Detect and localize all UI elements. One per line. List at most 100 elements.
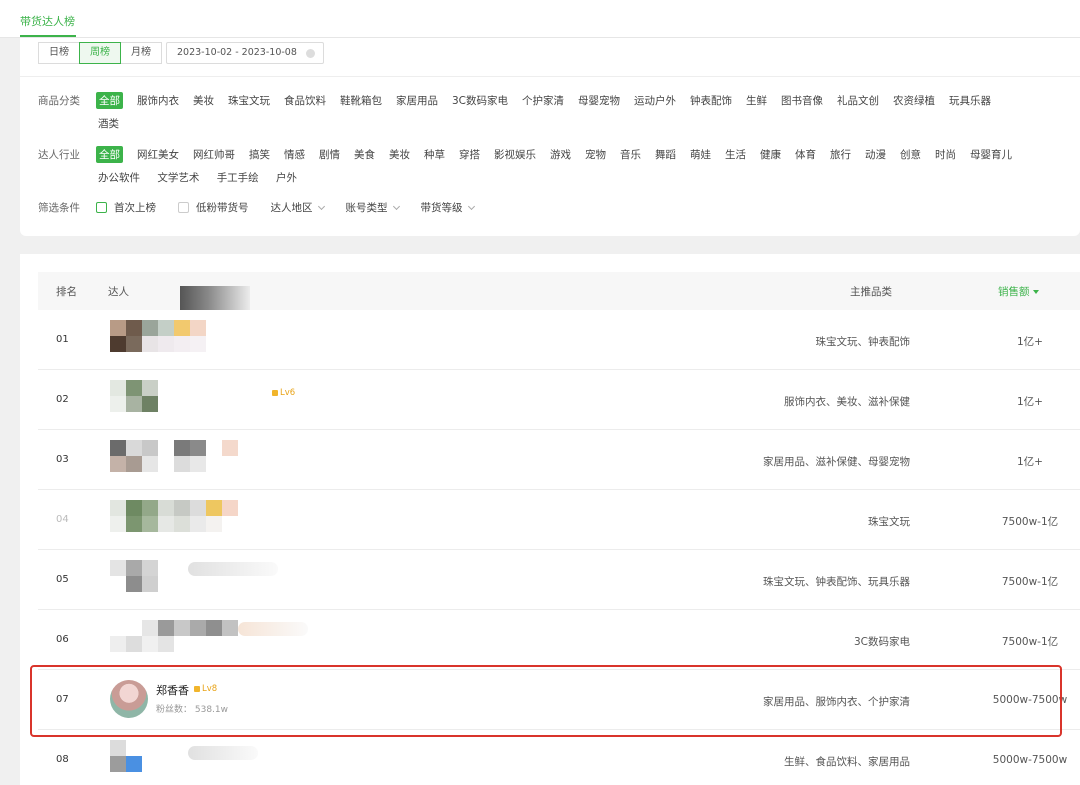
- industry-chip[interactable]: 美食: [354, 147, 375, 162]
- industry-chip[interactable]: 搞笑: [249, 147, 270, 162]
- category-chip[interactable]: 家居用品: [396, 93, 438, 108]
- category-chip[interactable]: 礼品文创: [837, 93, 879, 108]
- checkbox-icon: [96, 202, 107, 213]
- rank-cell: 03: [56, 454, 69, 465]
- top-tab-bar: 带货达人榜: [0, 0, 1080, 38]
- industry-chip[interactable]: 种草: [424, 147, 445, 162]
- avatar-mosaic: [110, 620, 238, 652]
- region-dropdown[interactable]: 达人地区: [270, 200, 325, 215]
- dropdown-label: 账号类型: [345, 202, 388, 214]
- dropdown-label: 达人地区: [270, 202, 313, 214]
- table-row[interactable]: 01 珠宝文玩、钟表配饰 1亿+: [38, 310, 1080, 370]
- industry-chip[interactable]: 生活: [725, 147, 746, 162]
- period-month-button[interactable]: 月榜: [120, 42, 162, 64]
- avatar-mosaic: [110, 500, 238, 532]
- header-rank: 排名: [56, 286, 77, 298]
- industry-chip[interactable]: 剧情: [319, 147, 340, 162]
- category-chip[interactable]: 农资绿植: [893, 93, 935, 108]
- filter-conditions-label: 筛选条件: [38, 202, 80, 214]
- chevron-down-icon: [392, 202, 400, 210]
- product-category-overflow: 酒类: [98, 116, 133, 131]
- industry-chip[interactable]: 美妆: [389, 147, 410, 162]
- tab-sales-influencer-rank[interactable]: 带货达人榜: [20, 13, 75, 29]
- industry-chip[interactable]: 萌娃: [690, 147, 711, 162]
- category-chip[interactable]: 运动户外: [634, 93, 676, 108]
- industry-chip[interactable]: 游戏: [550, 147, 571, 162]
- industry-chip[interactable]: 全部: [96, 146, 123, 163]
- account-type-dropdown[interactable]: 账号类型: [345, 200, 400, 215]
- category-chip[interactable]: 鞋靴箱包: [340, 93, 382, 108]
- sales-cell: 1亿+: [1017, 456, 1043, 468]
- checkbox-label: 低粉带货号: [196, 202, 249, 214]
- low-fans-checkbox[interactable]: 低粉带货号: [178, 200, 249, 215]
- industry-chip[interactable]: 创意: [900, 147, 921, 162]
- filter-panel: 日榜 周榜 月榜 2023-10-02 - 2023-10-08 商品分类 全部…: [20, 38, 1080, 236]
- category-chip[interactable]: 玩具乐器: [949, 93, 991, 108]
- industry-chip[interactable]: 办公软件: [98, 172, 140, 184]
- industry-chip[interactable]: 旅行: [830, 147, 851, 162]
- table-row[interactable]: 04 珠宝文玩 7500w-1亿: [38, 490, 1080, 550]
- industry-chip[interactable]: 健康: [760, 147, 781, 162]
- header-influencer: 达人: [108, 286, 129, 298]
- header-category: 主推品类: [850, 286, 892, 298]
- category-chip[interactable]: 服饰内衣: [137, 93, 179, 108]
- table-row[interactable]: 02 Lv6 服饰内衣、美妆、滋补保健 1亿+: [38, 370, 1080, 430]
- industry-chip[interactable]: 动漫: [865, 147, 886, 162]
- header-sales-sort[interactable]: 销售额: [998, 284, 1039, 299]
- blurred-name: [188, 562, 278, 576]
- rank-cell: 05: [56, 574, 69, 585]
- header-sales-label: 销售额: [998, 286, 1030, 298]
- industry-chip[interactable]: 穿搭: [459, 147, 480, 162]
- industry-chip[interactable]: 手工手绘: [217, 172, 259, 184]
- table-row[interactable]: 06 3C数码家电 7500w-1亿: [38, 610, 1080, 670]
- category-chip[interactable]: 个护家清: [522, 93, 564, 108]
- chevron-down-icon: [317, 202, 325, 210]
- category-chip[interactable]: 全部: [96, 92, 123, 109]
- industry-chip[interactable]: 户外: [276, 172, 297, 184]
- rank-cell: 01: [56, 334, 69, 345]
- avatar-mosaic: [110, 440, 238, 472]
- category-chip[interactable]: 生鲜: [746, 93, 767, 108]
- sales-cell: 7500w-1亿: [1001, 516, 1059, 528]
- table-row[interactable]: 05 珠宝文玩、钟表配饰、玩具乐器 7500w-1亿: [38, 550, 1080, 610]
- rank-cell: 04: [56, 514, 69, 525]
- sales-level-dropdown[interactable]: 带货等级: [421, 200, 475, 215]
- industry-chip[interactable]: 音乐: [620, 147, 641, 162]
- category-chip[interactable]: 母婴宠物: [578, 93, 620, 108]
- category-chip[interactable]: 美妆: [193, 93, 214, 108]
- table-row[interactable]: 03 家居用品、滋补保健、母婴宠物 1亿+: [38, 430, 1080, 490]
- date-range-picker[interactable]: 2023-10-02 - 2023-10-08: [166, 42, 324, 64]
- avatar-mosaic: [110, 320, 238, 352]
- category-chip[interactable]: 图书音像: [781, 93, 823, 108]
- table-row[interactable]: 08 生鲜、食品饮料、家居用品 5000w-7500w: [38, 730, 1080, 785]
- industry-chip[interactable]: 舞蹈: [655, 147, 676, 162]
- industry-chip[interactable]: 网红美女: [137, 147, 179, 162]
- industry-chip[interactable]: 文学艺术: [157, 172, 199, 184]
- category-chip[interactable]: 食品饮料: [284, 93, 326, 108]
- period-day-button[interactable]: 日榜: [38, 42, 80, 64]
- industry-chip[interactable]: 情感: [284, 147, 305, 162]
- influencer-industry-row: 达人行业 全部 网红美女 网红帅哥 搞笑 情感 剧情 美食 美妆 种草 穿搭 影…: [38, 146, 1026, 163]
- industry-chip[interactable]: 时尚: [935, 147, 956, 162]
- category-chip[interactable]: 珠宝文玩: [228, 93, 270, 108]
- period-week-button[interactable]: 周榜: [79, 42, 121, 64]
- category-chip[interactable]: 3C数码家电: [452, 93, 508, 108]
- sales-cell: 1亿+: [1017, 336, 1043, 348]
- category-cell: 珠宝文玩: [868, 516, 910, 528]
- filter-conditions-row: 筛选条件 首次上榜 低粉带货号 达人地区 账号类型 带货等级: [38, 200, 496, 215]
- date-range-value: 2023-10-02 - 2023-10-08: [177, 47, 297, 58]
- chevron-down-icon: [467, 202, 475, 210]
- checkbox-icon: [178, 202, 189, 213]
- category-cell: 珠宝文玩、钟表配饰: [815, 336, 911, 348]
- calendar-icon: [306, 49, 315, 58]
- avatar-mosaic: [110, 380, 238, 412]
- category-chip[interactable]: 钟表配饰: [690, 93, 732, 108]
- first-on-list-checkbox[interactable]: 首次上榜: [96, 200, 156, 215]
- industry-chip[interactable]: 影视娱乐: [494, 147, 536, 162]
- industry-chip[interactable]: 宠物: [585, 147, 606, 162]
- category-cell: 家居用品、滋补保健、母婴宠物: [763, 456, 910, 468]
- industry-chip[interactable]: 网红帅哥: [193, 147, 235, 162]
- industry-chip[interactable]: 母婴育儿: [970, 147, 1012, 162]
- category-chip[interactable]: 酒类: [98, 118, 119, 130]
- industry-chip[interactable]: 体育: [795, 147, 816, 162]
